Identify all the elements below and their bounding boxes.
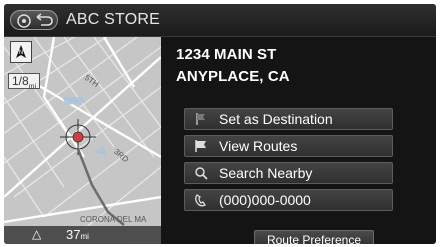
svg-text:N: N <box>19 50 23 56</box>
title-bar: ABC STORE <box>4 4 436 37</box>
map-view[interactable]: N 1/8mi 5TH 3RD CORONA DEL MA △ 37mi <box>4 37 161 244</box>
view-routes-button[interactable]: View Routes <box>184 135 393 157</box>
address-line-2: ANYPLACE, CA <box>176 68 290 85</box>
address-line-1: 1234 MAIN ST <box>176 46 277 63</box>
flag-icon <box>196 113 205 125</box>
search-nearby-button[interactable]: Search Nearby <box>184 162 393 184</box>
search-nearby-label: Search Nearby <box>219 165 313 181</box>
set-as-destination-label: Set as Destination <box>219 111 333 127</box>
back-button[interactable] <box>10 10 58 30</box>
navigation-screen: ABC STORE N 1/8mi 5TH 3RD CORONA DEL MA … <box>4 4 436 244</box>
warning-icon: △ <box>32 227 42 241</box>
phone-number-label: (000)000-0000 <box>219 192 311 208</box>
map-status-bar: △ 37mi <box>4 226 161 244</box>
route-preference-button[interactable]: Route Preference <box>254 230 374 244</box>
map-roads <box>4 37 161 244</box>
search-nearby-icon <box>195 167 208 180</box>
map-scale-value: 1/8 <box>11 74 29 88</box>
street-label: CORONA DEL MA <box>80 215 147 224</box>
destination-menu: Set as Destination View Routes Search Ne… <box>184 108 393 216</box>
route-flag-icon <box>195 140 206 152</box>
north-up-icon[interactable]: N <box>10 41 32 63</box>
call-phone-button[interactable]: (000)000-0000 <box>184 189 393 211</box>
view-routes-label: View Routes <box>219 138 298 154</box>
destination-address: 1234 MAIN ST ANYPLACE, CA <box>176 44 290 88</box>
map-scale-unit: mi <box>28 83 37 91</box>
distance-value: 37 <box>66 227 81 242</box>
distance-unit: mi <box>80 232 89 241</box>
phone-icon <box>195 194 206 207</box>
back-arrow-icon <box>17 13 53 28</box>
distance-readout: 37mi <box>66 227 89 242</box>
set-as-destination-button[interactable]: Set as Destination <box>184 108 393 130</box>
page-title: ABC STORE <box>66 11 160 28</box>
map-scale[interactable]: 1/8mi <box>8 73 40 91</box>
